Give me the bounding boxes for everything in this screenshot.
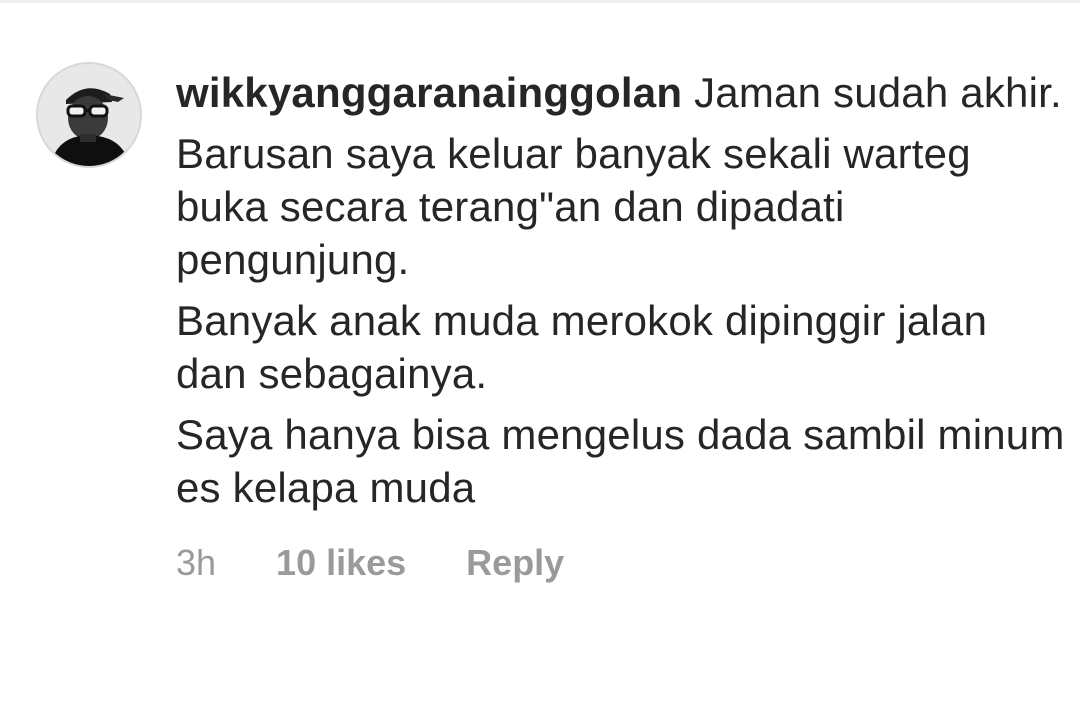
reply-button[interactable]: Reply <box>466 542 564 584</box>
user-avatar-icon <box>38 64 140 166</box>
comment-timestamp[interactable]: 3h <box>176 542 216 584</box>
comment-paragraph-1: Barusan saya keluar banyak sekali warteg… <box>176 130 971 283</box>
comment: wikkyanggaranainggolan Jaman sudah akhir… <box>36 62 1066 584</box>
comment-paragraph-3: Saya hanya bisa mengelus dada sambil min… <box>176 411 1065 511</box>
comment-first-line-text: Jaman sudah akhir. <box>694 69 1062 116</box>
likes-count[interactable]: 10 likes <box>276 542 406 584</box>
top-divider <box>0 0 1080 3</box>
comment-body: wikkyanggaranainggolan Jaman sudah akhir… <box>176 62 1066 584</box>
comment-meta: 3h 10 likes Reply <box>176 542 1066 584</box>
avatar[interactable] <box>36 62 142 168</box>
comment-first-paragraph: wikkyanggaranainggolan Jaman sudah akhir… <box>176 66 1066 119</box>
username-link[interactable]: wikkyanggaranainggolan <box>176 69 682 116</box>
comment-paragraph-2: Banyak anak muda merokok dipinggir jalan… <box>176 297 988 397</box>
